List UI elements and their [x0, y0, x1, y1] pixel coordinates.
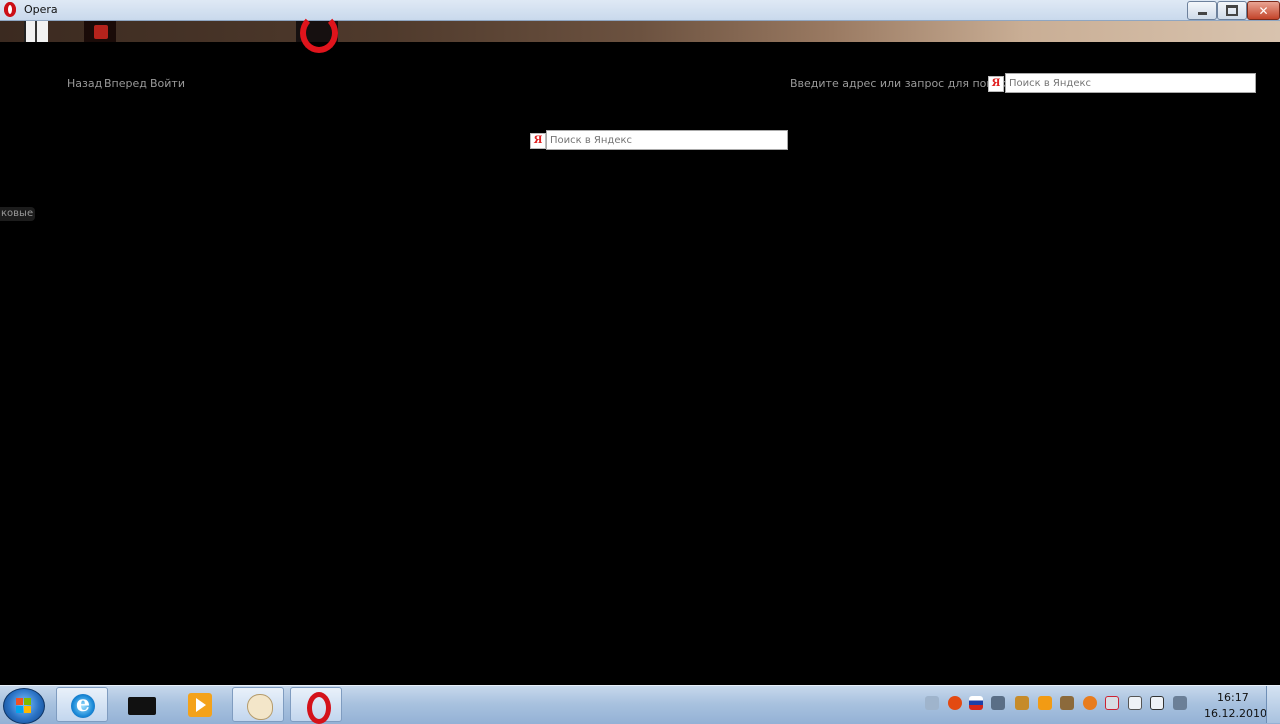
tab-thumbnail-1[interactable] [24, 21, 48, 42]
close-icon: ✕ [1258, 3, 1269, 18]
monitor-icon[interactable] [1150, 696, 1164, 710]
clock-time[interactable]: 16:17 [1217, 691, 1249, 704]
maximize-icon [1226, 5, 1238, 16]
maximize-button[interactable] [1217, 1, 1247, 20]
address-search-input[interactable] [1005, 73, 1256, 93]
taskbar-explorer-button[interactable] [116, 687, 168, 722]
show-desktop-button[interactable] [1266, 686, 1280, 723]
taskbar [0, 685, 1280, 724]
ie-icon [71, 691, 95, 718]
address-label: Введите адрес или запрос для поиска [790, 77, 1013, 90]
start-button[interactable] [3, 688, 45, 724]
opera-icon[interactable] [4, 2, 16, 17]
opera-taskbar-icon [307, 692, 331, 724]
start-orb-icon [16, 698, 32, 714]
minimize-button[interactable] [1187, 1, 1217, 20]
taskbar-media-button[interactable] [174, 687, 226, 722]
side-panel-tab[interactable]: ковые [0, 207, 35, 221]
taskbar-paint-button[interactable] [232, 687, 284, 722]
folder-icon [128, 697, 156, 715]
taskbar-opera-button[interactable] [290, 687, 342, 724]
firefox-icon[interactable] [1083, 696, 1097, 710]
close-button[interactable]: ✕ [1247, 1, 1280, 20]
taskbar-ie-button[interactable] [56, 687, 108, 722]
login-link[interactable]: Войти [150, 77, 185, 90]
back-link[interactable]: Назад [67, 77, 102, 90]
clock-date[interactable]: 16.12.2010 [1204, 707, 1267, 720]
flash-icon[interactable] [948, 696, 962, 710]
paint-icon [247, 694, 273, 720]
printer-icon[interactable] [1105, 696, 1119, 710]
window-titlebar: Opera ✕ [0, 0, 1280, 21]
device-icon[interactable] [1015, 696, 1029, 710]
minimize-icon [1197, 12, 1207, 15]
window-title: Opera [24, 3, 58, 16]
tab-strip [0, 13, 1280, 53]
forward-link[interactable]: Вперед [104, 77, 147, 90]
network-icon[interactable] [925, 696, 939, 710]
main-search-input[interactable] [546, 130, 788, 150]
media-icon[interactable] [1038, 696, 1052, 710]
usb-icon[interactable] [1128, 696, 1142, 710]
tools-icon[interactable] [1060, 696, 1074, 710]
tab-thumbnail-opera[interactable] [296, 13, 338, 53]
yandex-icon: Я [530, 133, 546, 149]
speaker-icon[interactable] [1173, 696, 1187, 710]
media-player-icon [188, 693, 212, 717]
yandex-icon: Я [988, 76, 1004, 92]
volume-icon[interactable] [991, 696, 1005, 710]
language-ru-icon[interactable] [969, 696, 983, 710]
tab-thumbnail-2[interactable] [84, 21, 116, 42]
